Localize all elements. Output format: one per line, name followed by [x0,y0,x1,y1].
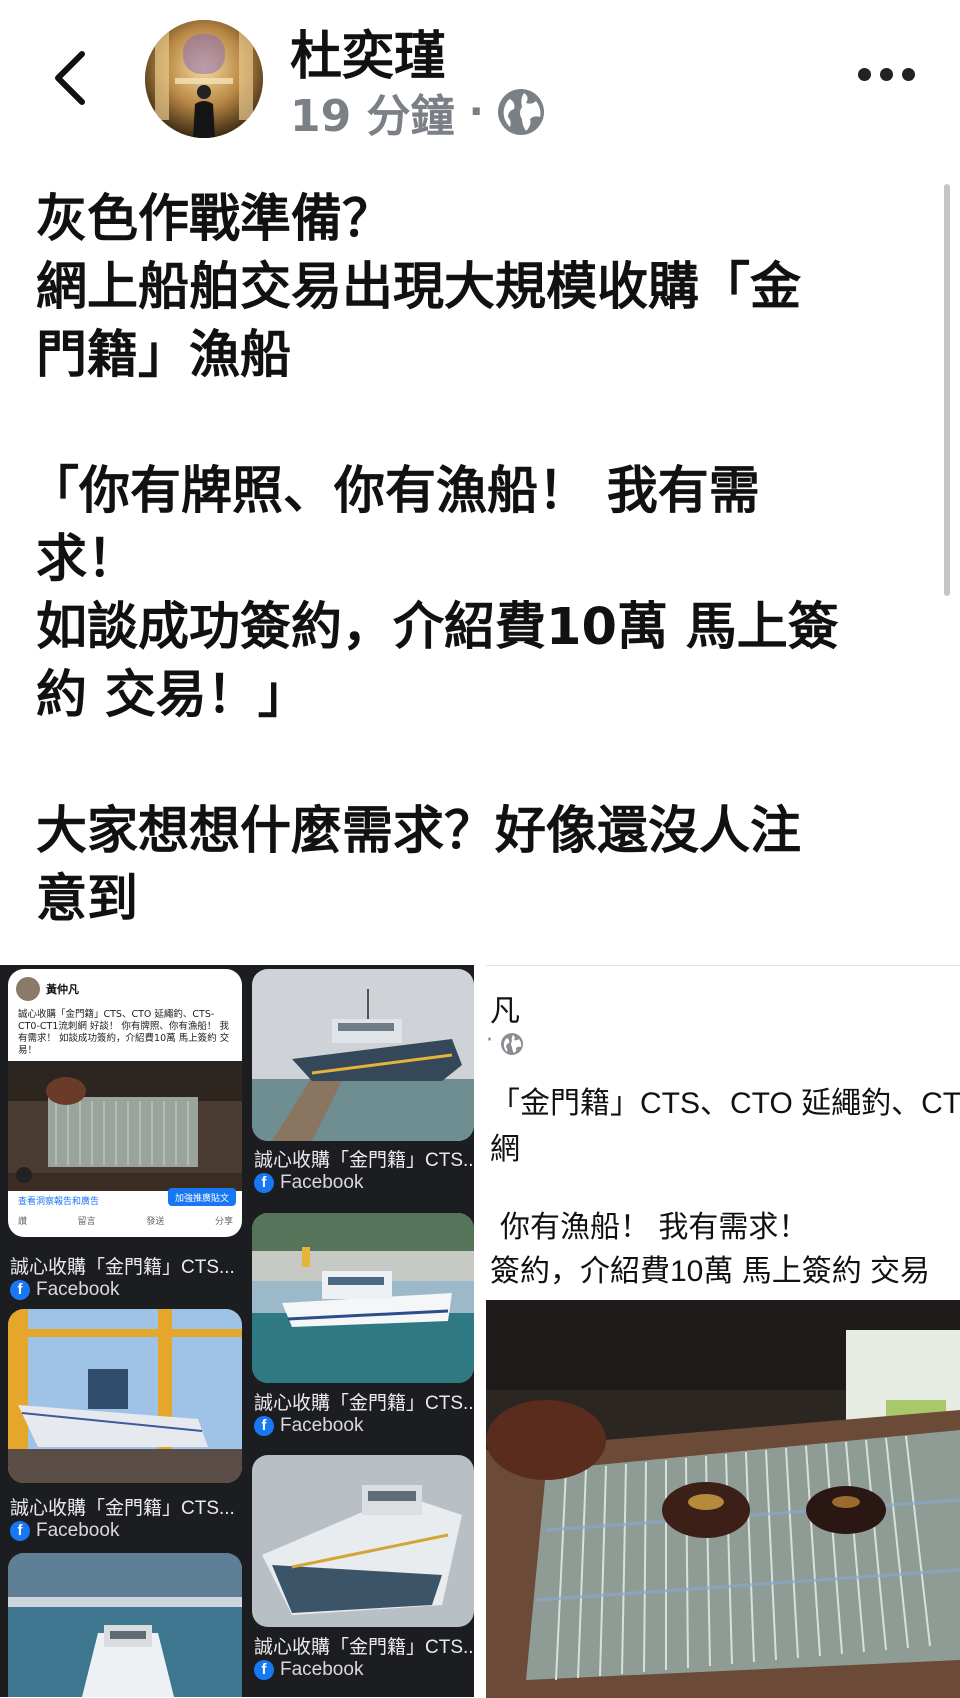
globe-icon[interactable] [496,87,546,137]
back-chevron-icon[interactable] [48,48,98,108]
more-options-icon[interactable] [858,68,918,88]
result-source: f Facebook [254,1659,363,1681]
avatar [16,977,40,1001]
meta-separator: · [468,89,484,135]
post-meta: 19 分鐘 · [290,84,546,142]
cropped-author-name: 凡 [490,995,520,1028]
scrollbar[interactable] [944,184,950,596]
post-text-line: 約 交易！」 [36,666,309,725]
result-thumbnail[interactable]: 黃仲凡 誠心收購「金門籍」CTS、CTO 延繩釣、CTS-CT0-CT1流刺網 … [8,969,242,1237]
search-results-image[interactable]: 黃仲凡 誠心收購「金門籍」CTS、CTO 延繩釣、CTS-CT0-CT1流刺網 … [0,965,474,1697]
mini-post-author: 黃仲凡 [46,983,79,996]
post-media[interactable]: 黃仲凡 誠心收購「金門籍」CTS、CTO 延繩釣、CTS-CT0-CT1流刺網 … [0,965,960,1698]
author-name[interactable]: 杜奕瑾 [290,14,446,89]
post-header: 杜奕瑾 19 分鐘 · [0,0,960,160]
cropped-text-line: 「金門籍」CTS、CTO 延繩釣、CT [490,1087,960,1120]
result-thumbnail[interactable] [252,1213,474,1383]
comment-action[interactable]: 留言 [78,1214,96,1227]
post-text-line: 大家想想什麼需求？好像還沒人注 [36,802,802,861]
mini-post-header: 黃仲凡 [16,977,79,1001]
result-caption[interactable]: 誠心收購「金門籍」CTS... [254,1388,474,1415]
result-source: f Facebook [254,1415,363,1437]
facebook-icon: f [254,1173,274,1193]
result-thumbnail[interactable] [252,1455,474,1627]
source-label: Facebook [280,1172,364,1193]
facebook-icon: f [10,1280,30,1300]
result-source: f Facebook [10,1279,119,1301]
cash-stacks-photo [486,1300,960,1698]
source-label: Facebook [280,1415,364,1436]
source-label: Facebook [36,1279,120,1300]
post-text-line: 「你有牌照、你有漁船！ 我有需 [28,462,760,521]
facebook-icon: f [254,1660,274,1680]
result-caption[interactable]: 誠心收購「金門籍」CTS... [10,1493,235,1520]
cropped-text-line: 你有漁船！ 我有需求！ [500,1211,809,1244]
like-action[interactable]: 讚 [18,1214,27,1227]
media-divider [474,965,486,1697]
cash-photo [8,1061,242,1191]
result-thumbnail[interactable] [252,969,474,1141]
mini-post-actions: 讚 留言 發送 分享 [18,1214,233,1227]
post-text-line: 求！ [36,530,139,589]
post-text-line: 網上船舶交易出現大規模收購「金 [36,258,802,317]
author-avatar[interactable] [145,20,263,138]
send-action[interactable]: 發送 [146,1214,164,1227]
post-text-line: 灰色作戰準備？ [36,190,394,249]
source-label: Facebook [280,1659,364,1680]
cropped-text-line: 簽約，介紹費10萬 馬上簽約 交易 [490,1255,931,1288]
post-text-line: 意到 [36,870,139,929]
post-body: 灰色作戰準備？ 網上船舶交易出現大規模收購「金 門籍」漁船 「你有牌照、你有漁船… [28,186,936,934]
result-thumbnail[interactable] [8,1553,242,1697]
source-label: Facebook [36,1520,120,1541]
post-text-line: 如談成功簽約，介紹費10萬 馬上簽 [36,598,839,657]
post-text-line: 門籍」漁船 [36,326,292,385]
cropped-text-line: 網 [490,1133,520,1166]
result-source: f Facebook [10,1520,119,1542]
facebook-icon: f [254,1416,274,1436]
result-caption[interactable]: 誠心收購「金門籍」CTS... [10,1252,235,1279]
insights-link[interactable]: 查看洞察報告和廣告 [18,1194,99,1207]
post-time[interactable]: 19 分鐘 [290,80,455,144]
result-caption[interactable]: 誠心收購「金門籍」CTS... [254,1145,474,1172]
result-source: f Facebook [254,1172,363,1194]
cropped-post-image[interactable]: 凡 · 「金門籍」CTS、CTO 延繩釣、CT 網 你有漁船！ 我有需求！ 簽約… [486,965,960,1698]
result-thumbnail[interactable] [8,1309,242,1483]
boost-post-button[interactable]: 加強推廣貼文 [168,1188,236,1206]
meta-separator: · [486,1028,493,1053]
result-caption[interactable]: 誠心收購「金門籍」CTS... [254,1632,474,1659]
share-action[interactable]: 分享 [215,1214,233,1227]
globe-icon [501,1033,523,1055]
mini-post-text: 誠心收購「金門籍」CTS、CTO 延繩釣、CTS-CT0-CT1流刺網 好談！ … [18,1009,230,1056]
facebook-icon: f [10,1521,30,1541]
